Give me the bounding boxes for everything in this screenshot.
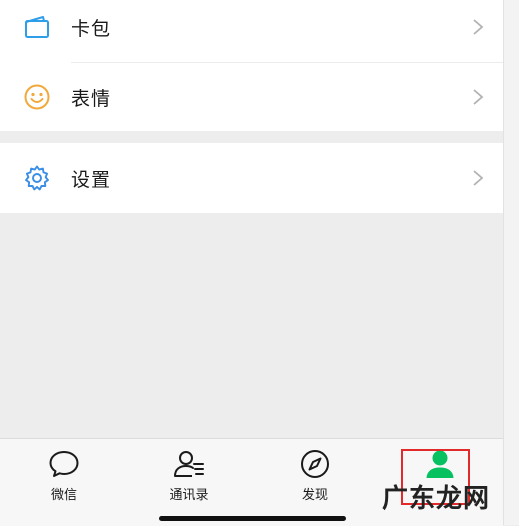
menu-group-1: 卡包 表情 xyxy=(0,0,503,131)
gear-icon xyxy=(23,164,51,192)
menu-item-settings[interactable]: 设置 xyxy=(0,143,503,213)
compass-icon xyxy=(301,450,329,478)
contacts-icon xyxy=(174,451,204,477)
menu-group-2: 设置 xyxy=(0,143,503,213)
tab-label: 发现 xyxy=(301,488,328,503)
menu-item-label: 表情 xyxy=(71,87,112,110)
smiley-face-icon xyxy=(23,83,51,111)
tab-label: 通讯录 xyxy=(169,488,209,503)
chevron-right-icon xyxy=(473,89,484,105)
chat-bubble-icon xyxy=(49,451,79,477)
tab-discover[interactable]: 发现 xyxy=(270,447,360,507)
menu-item-label: 设置 xyxy=(71,168,112,191)
chevron-right-icon xyxy=(473,170,484,186)
menu-item-emoji[interactable]: 表情 xyxy=(0,66,503,128)
divider xyxy=(71,62,503,63)
card-wallet-icon xyxy=(23,13,51,41)
menu-item-card-wallet[interactable]: 卡包 xyxy=(0,0,503,58)
menu-item-label: 卡包 xyxy=(71,17,112,40)
tab-contacts[interactable]: 通讯录 xyxy=(144,447,234,507)
home-indicator xyxy=(159,516,346,521)
watermark: 广东龙网 xyxy=(382,484,491,514)
chevron-right-icon xyxy=(473,19,484,35)
tab-label: 微信 xyxy=(50,488,77,503)
tab-chats[interactable]: 微信 xyxy=(19,447,109,507)
screen-edge xyxy=(503,0,519,525)
